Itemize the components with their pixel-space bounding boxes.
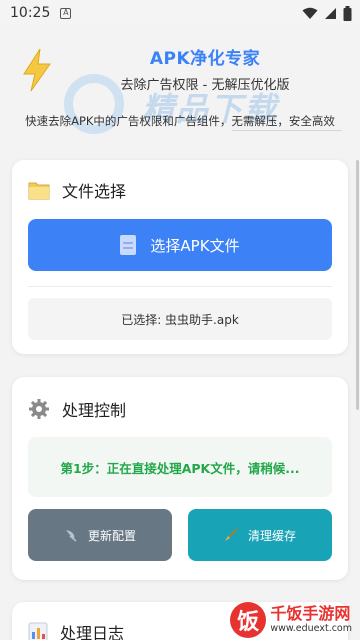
status-time: 10:25 <box>10 5 51 21</box>
document-icon <box>120 235 137 255</box>
step-status-text: 第1步：正在直接处理APK文件，请稍候... <box>60 460 300 476</box>
battery-icon <box>343 5 352 21</box>
clear-cache-button[interactable]: 清理缓存 <box>188 509 332 561</box>
satellite-icon <box>65 530 77 542</box>
divider <box>28 286 332 287</box>
status-bar: 10:25 A <box>0 0 360 26</box>
processing-control-card: 处理控制 第1步：正在直接处理APK文件，请稍候... 更新配置 清理缓存 <box>12 377 348 580</box>
selected-file-display: 已选择: 虫虫助手.apk <box>28 298 332 340</box>
clear-cache-label: 清理缓存 <box>247 528 296 543</box>
select-apk-button[interactable]: 选择APK文件 <box>28 219 332 271</box>
site-logo-badge: 饭 <box>230 602 267 638</box>
broom-icon <box>224 528 238 541</box>
gear-icon <box>29 399 49 419</box>
app-description: 快速去除APK中的广告权限和广告组件，无需解压，安全高效 <box>25 114 335 128</box>
chart-icon <box>28 622 48 640</box>
scrollbar[interactable] <box>356 160 359 410</box>
site-url: www.eduext.com <box>270 623 352 634</box>
control-card-header: 处理控制 <box>28 397 126 421</box>
file-selection-card: 文件选择 选择APK文件 已选择: 虫虫助手.apk <box>12 160 348 354</box>
site-name: 千饭手游网 <box>270 604 351 623</box>
folder-icon <box>28 182 50 200</box>
file-card-title: 文件选择 <box>62 182 127 201</box>
site-logo: 饭 千饭手游网 www.eduext.com <box>230 602 352 638</box>
site-logo-text: 千饭手游网 www.eduext.com <box>270 605 352 635</box>
update-config-label: 更新配置 <box>87 528 136 543</box>
wifi-icon <box>302 7 318 19</box>
processing-status: 第1步：正在直接处理APK文件，请稍候... <box>28 437 332 497</box>
update-config-button[interactable]: 更新配置 <box>28 509 172 561</box>
file-card-header: 文件选择 <box>28 178 126 202</box>
app-header: APK净化专家 去除广告权限 - 无解压优化版 精品下载 快速去除APK中的广告… <box>0 26 360 136</box>
signal-icon <box>325 7 336 19</box>
log-card-header: 处理日志 <box>28 620 124 640</box>
select-apk-label: 选择APK文件 <box>150 236 240 255</box>
notification-icon: A <box>60 7 72 19</box>
control-card-title: 处理控制 <box>62 401 127 420</box>
app-title: APK净化专家 <box>149 49 261 69</box>
log-card-title: 处理日志 <box>60 624 125 640</box>
watermark-rule <box>232 130 342 131</box>
selected-file-label: 已选择: 虫虫助手.apk <box>121 312 239 327</box>
